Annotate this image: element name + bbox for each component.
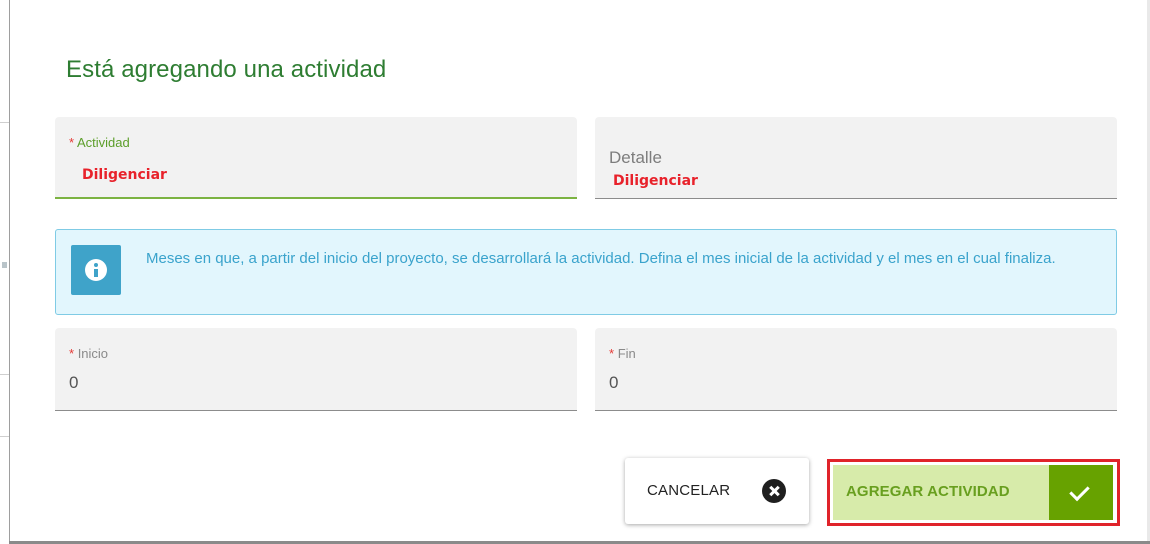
add-activity-button-label: AGREGAR ACTIVIDAD bbox=[846, 483, 1010, 500]
info-icon bbox=[71, 245, 121, 295]
dialog-title: Está agregando una actividad bbox=[66, 56, 387, 83]
info-alert: Meses en que, a partir del inicio del pr… bbox=[55, 229, 1117, 315]
add-activity-button[interactable]: AGREGAR ACTIVIDAD bbox=[833, 465, 1113, 520]
required-mark: * bbox=[609, 346, 615, 361]
check-icon bbox=[1069, 480, 1090, 502]
detalle-hint: Diligenciar bbox=[613, 173, 698, 189]
check-icon-zone bbox=[1049, 465, 1113, 520]
actividad-field[interactable]: * Actividad Diligenciar bbox=[55, 117, 577, 199]
inicio-label: * Inicio bbox=[69, 346, 108, 361]
actividad-label: * Actividad bbox=[69, 135, 130, 150]
actividad-label-text: Actividad bbox=[76, 135, 130, 150]
close-circle-icon bbox=[762, 479, 786, 503]
actividad-underline bbox=[55, 197, 577, 199]
fin-field[interactable]: * Fin 0 bbox=[595, 328, 1117, 411]
detalle-underline bbox=[595, 198, 1117, 199]
actividad-hint: Diligenciar bbox=[82, 167, 167, 183]
inicio-label-text: Inicio bbox=[77, 346, 109, 361]
fin-value[interactable]: 0 bbox=[609, 373, 618, 393]
inicio-underline bbox=[55, 410, 577, 411]
detalle-label: Detalle bbox=[609, 148, 662, 167]
inicio-value[interactable]: 0 bbox=[69, 373, 78, 393]
info-text: Meses en que, a partir del inicio del pr… bbox=[146, 250, 1056, 267]
cancel-button[interactable]: CANCELAR bbox=[625, 458, 809, 524]
required-mark: * bbox=[69, 346, 75, 361]
inicio-field[interactable]: * Inicio 0 bbox=[55, 328, 577, 411]
required-mark: * bbox=[69, 135, 75, 150]
background-page-edge bbox=[0, 0, 10, 544]
dialog: Está agregando una actividad * Actividad… bbox=[0, 0, 1150, 544]
fin-label-text: Fin bbox=[617, 346, 636, 361]
detalle-field[interactable]: Detalle Diligenciar bbox=[595, 117, 1117, 199]
fin-underline bbox=[595, 410, 1117, 411]
fin-label: * Fin bbox=[609, 346, 636, 361]
cancel-button-label: CANCELAR bbox=[647, 482, 731, 499]
